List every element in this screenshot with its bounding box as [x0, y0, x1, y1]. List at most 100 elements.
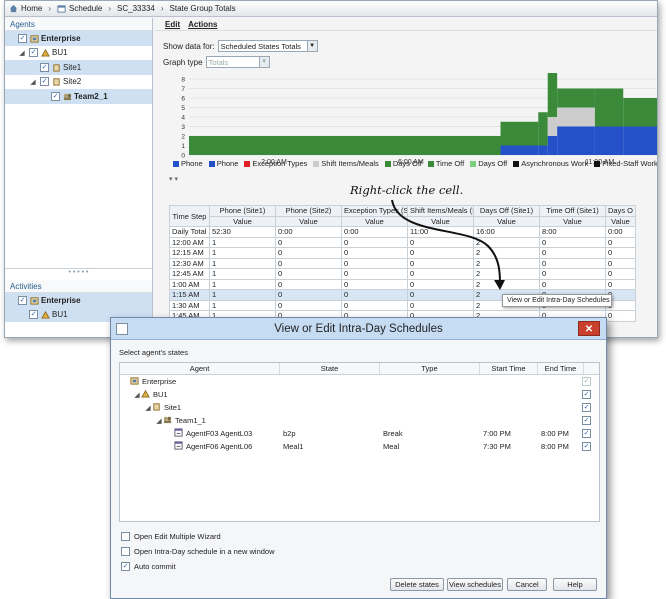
value-cell[interactable]: 0 — [275, 299, 342, 311]
help-button[interactable]: Help — [553, 578, 597, 591]
dialog-row[interactable]: Enterprise ✓ — [120, 375, 599, 388]
value-cell[interactable]: 0 — [605, 278, 636, 290]
option-checkbox[interactable] — [121, 532, 130, 541]
dialog-column-header[interactable]: End Time — [538, 363, 584, 374]
column-value-header[interactable]: Value — [209, 215, 276, 227]
graph-type-select[interactable]: Totals ▼ — [205, 56, 270, 68]
agents-tree-item[interactable]: ✓ Enterprise — [5, 31, 152, 46]
column-group-header[interactable]: Days O — [605, 205, 636, 217]
value-cell[interactable]: 0 — [605, 247, 636, 259]
dialog-column-header[interactable]: Agent — [120, 363, 280, 374]
value-cell[interactable]: 0 — [605, 310, 636, 322]
value-cell[interactable]: 52:30 — [209, 226, 276, 238]
column-value-header[interactable]: Value — [275, 215, 342, 227]
value-cell[interactable]: 1 — [209, 236, 276, 248]
column-group-header[interactable]: Time Off (Site1) — [539, 205, 606, 217]
option-checkbox[interactable] — [121, 547, 130, 556]
value-cell[interactable]: 0 — [275, 278, 342, 290]
value-cell[interactable]: 0 — [275, 247, 342, 259]
expand-toggle-icon[interactable]: ◢ — [18, 49, 26, 57]
legend-label: Exception Types — [252, 159, 308, 168]
agents-tree-item[interactable]: ◢ ✓ BU1 — [5, 46, 152, 61]
column-value-header[interactable]: Value — [539, 215, 606, 227]
value-cell[interactable]: 0 — [275, 289, 342, 301]
breadcrumb-home[interactable]: Home — [9, 4, 42, 13]
tree-checkbox[interactable]: ✓ — [29, 310, 38, 320]
tree-checkbox[interactable]: ✓ — [40, 77, 49, 87]
column-group-header[interactable]: Phone (Site1) — [209, 205, 276, 217]
column-value-header[interactable]: Value — [605, 215, 636, 227]
value-cell[interactable]: 1 — [209, 268, 276, 280]
value-cell[interactable]: 1 — [209, 247, 276, 259]
dialog-row-checkbox[interactable]: ✓ — [582, 403, 591, 412]
activities-tree-item[interactable]: ✓ Enterprise — [5, 293, 152, 308]
value-cell[interactable]: 1 — [209, 289, 276, 301]
value-cell[interactable]: 0:00 — [275, 226, 342, 238]
dialog-row-checkbox[interactable]: ✓ — [582, 390, 591, 399]
value-cell[interactable]: 0 — [341, 299, 408, 311]
breadcrumb-current-label: State Group Totals — [169, 4, 236, 13]
expand-toggle-icon[interactable]: ◢ — [133, 391, 141, 399]
agents-tree-item[interactable]: ◢ ✓ Site2 — [5, 75, 152, 90]
tree-checkbox[interactable]: ✓ — [51, 91, 60, 101]
agents-tree-item[interactable]: ✓ Team2_1 — [5, 89, 152, 104]
collapse-chart-icon[interactable]: ▾ ▾ — [169, 175, 178, 183]
value-cell[interactable]: 0 — [605, 268, 636, 280]
view-schedules-button[interactable]: View schedules — [447, 578, 503, 591]
dialog-row[interactable]: ◢ BU1 ✓ — [120, 388, 599, 401]
agents-tree-item[interactable]: ✓ Site1 — [5, 60, 152, 75]
value-cell[interactable]: 0 — [539, 268, 606, 280]
dialog-row[interactable]: AgentF03 AgentL03 b2p Break 7:00 PM 8:00 PM ✓ — [120, 427, 599, 440]
value-cell[interactable]: 0 — [539, 236, 606, 248]
value-cell[interactable]: 0 — [275, 268, 342, 280]
dialog-row-checkbox[interactable]: ✓ — [582, 416, 591, 425]
splitter-handle[interactable]: • • • • • — [5, 268, 152, 278]
chart-area-segment — [189, 136, 501, 155]
tree-checkbox[interactable]: ✓ — [18, 295, 27, 305]
breadcrumb-schedule[interactable]: Schedule — [57, 4, 102, 13]
tree-checkbox[interactable]: ✓ — [29, 48, 38, 58]
dialog-row[interactable]: ◢ Site1 ✓ — [120, 401, 599, 414]
dialog-row[interactable]: ◢ Team1_1 ✓ — [120, 414, 599, 427]
tree-checkbox[interactable]: ✓ — [40, 62, 49, 72]
value-cell[interactable]: 0 — [539, 278, 606, 290]
breadcrumb-sc[interactable]: SC_33334 — [117, 4, 155, 13]
dialog-column-header[interactable]: State — [280, 363, 380, 374]
dialog-row-checkbox[interactable]: ✓ — [582, 442, 591, 451]
dialog-row-checkbox[interactable]: ✓ — [582, 429, 591, 438]
menu-edit[interactable]: Edit — [165, 20, 180, 29]
value-cell[interactable]: 0 — [275, 257, 342, 269]
chart-y-tick: 2 — [181, 134, 185, 141]
expand-toggle-icon[interactable]: ◢ — [29, 78, 37, 86]
dialog-column-header[interactable]: Type — [380, 363, 480, 374]
dialog-option[interactable]: ✓ Auto commit — [121, 562, 176, 571]
delete-states-button[interactable]: Delete states — [390, 578, 444, 591]
value-cell[interactable]: 0:00 — [605, 226, 636, 238]
value-cell[interactable]: 0 — [407, 299, 474, 311]
value-cell[interactable]: 0 — [605, 257, 636, 269]
value-cell[interactable]: 1 — [209, 299, 276, 311]
value-cell[interactable]: 1 — [209, 257, 276, 269]
expand-toggle-icon[interactable]: ◢ — [155, 417, 163, 425]
show-data-select[interactable]: Scheduled States Totals ▼ — [217, 40, 318, 52]
tree-checkbox[interactable]: ✓ — [18, 33, 27, 43]
menu-actions[interactable]: Actions — [188, 20, 217, 29]
dialog-option[interactable]: Open Edit Multiple Wizard — [121, 532, 221, 541]
option-checkbox[interactable]: ✓ — [121, 562, 130, 571]
dialog-title: View or Edit Intra-Day Schedules — [274, 322, 443, 335]
dialog-row[interactable]: AgentF06 AgentL06 Meal1 Meal 7:30 PM 8:00 PM… — [120, 440, 599, 453]
value-cell[interactable]: 0 — [275, 236, 342, 248]
value-cell[interactable]: 0 — [539, 247, 606, 259]
dialog-column-header[interactable]: Start Time — [480, 363, 538, 374]
expand-toggle-icon[interactable]: ◢ — [144, 404, 152, 412]
value-cell[interactable]: 1 — [209, 278, 276, 290]
dialog-option[interactable]: Open Intra-Day schedule in a new window — [121, 547, 275, 556]
close-button[interactable]: ✕ — [578, 321, 600, 336]
cancel-button[interactable]: Cancel — [507, 578, 547, 591]
value-cell[interactable]: 8:00 — [539, 226, 606, 238]
value-cell[interactable]: 0 — [605, 236, 636, 248]
column-group-header[interactable]: Phone (Site2) — [275, 205, 342, 217]
chevron-right-icon: › — [108, 4, 112, 13]
value-cell[interactable]: 0 — [539, 257, 606, 269]
context-menu-item[interactable]: View or Edit Intra-Day Schedules — [502, 294, 612, 307]
